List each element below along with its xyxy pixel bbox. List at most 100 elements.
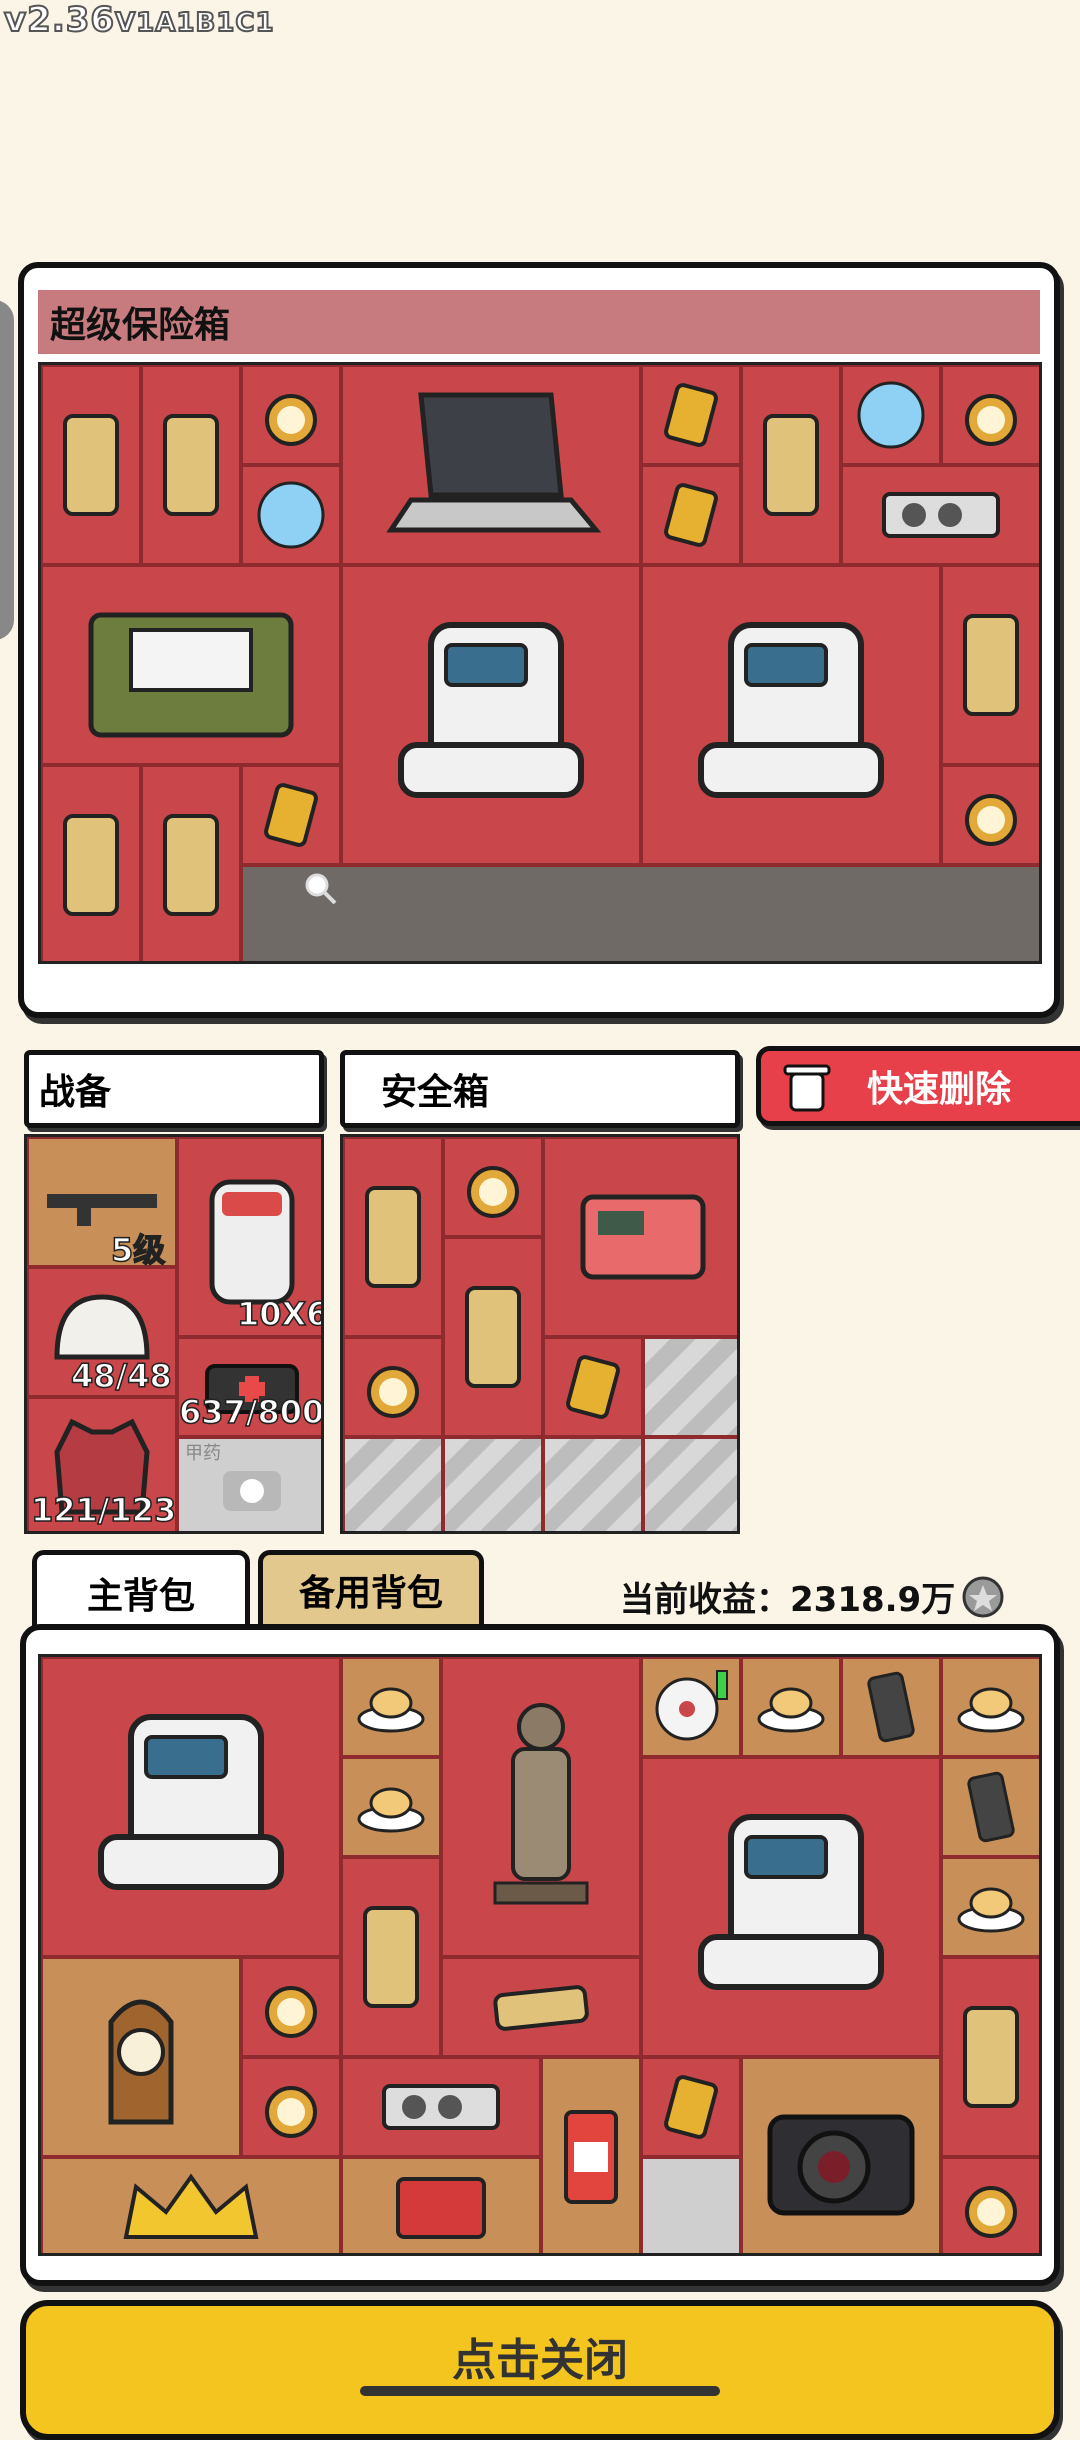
tab-backup-backpack[interactable]: 备用背包	[258, 1550, 484, 1630]
safe-box-title: 超级保险箱	[38, 290, 1040, 354]
gold-bar-icon	[963, 614, 1019, 716]
secure-box-title: 安全箱	[340, 1050, 740, 1128]
gold-bar-item[interactable]	[941, 565, 1039, 765]
close-button-label: 点击关闭	[452, 2335, 628, 2386]
gold-card-icon	[664, 483, 718, 547]
terminal-item[interactable]	[641, 1757, 941, 2057]
terracotta-statue-item[interactable]	[441, 1657, 641, 1957]
gold-card-item[interactable]	[543, 1337, 643, 1437]
pocket-watch-icon	[367, 1366, 419, 1418]
gold-bar-item[interactable]	[443, 1237, 543, 1437]
graphics-card-icon	[882, 492, 1000, 538]
pocket-watch-item[interactable]	[941, 765, 1039, 865]
wrench-lock-icon	[223, 1471, 281, 1511]
coffee-icon	[357, 1787, 425, 1833]
coffee-item[interactable]	[741, 1657, 841, 1757]
gold-bar-icon	[365, 1186, 421, 1288]
pocket-watch-icon	[965, 2186, 1017, 2238]
tab-main-backpack[interactable]: 主背包	[32, 1550, 250, 1630]
coffee-item[interactable]	[941, 1657, 1039, 1757]
side-drawer-handle[interactable]	[0, 300, 14, 640]
gold-card-item[interactable]	[641, 2057, 741, 2157]
coffee-icon	[957, 1887, 1025, 1933]
camera-item[interactable]	[741, 2057, 941, 2253]
coffee-item[interactable]	[341, 1757, 441, 1857]
diamond-item[interactable]	[841, 365, 941, 465]
laptop-icon	[386, 392, 601, 533]
home-indicator[interactable]	[360, 2386, 720, 2396]
gold-bar-icon	[465, 1286, 521, 1388]
diamond-item[interactable]	[241, 465, 341, 565]
diamond-icon	[857, 381, 925, 449]
diamond-icon	[257, 481, 325, 549]
gift-box-item[interactable]	[341, 2157, 541, 2253]
unsearched-area[interactable]	[241, 865, 1039, 961]
gold-bar-item[interactable]	[141, 765, 241, 961]
gold-card-item[interactable]	[241, 765, 341, 865]
cd-icon	[655, 1670, 728, 1741]
gold-card-item[interactable]	[641, 465, 741, 565]
gold-ingot-icon	[493, 1985, 589, 2031]
gold-bar-item[interactable]	[141, 365, 241, 565]
version-label: v2.36V1A1B1C1	[3, 0, 275, 41]
clock-item[interactable]	[41, 1957, 241, 2157]
pocket-watch-item[interactable]	[941, 365, 1039, 465]
pocket-watch-item[interactable]	[241, 365, 341, 465]
pocket-watch-icon	[265, 1986, 317, 2038]
gold-bar-icon	[163, 414, 219, 516]
medkit-durability: 637/800	[178, 1392, 324, 1432]
machine-item[interactable]	[543, 1137, 737, 1337]
equipment-grid: 5级 10X6 48/48 637/800 121/123 甲药	[24, 1134, 324, 1534]
locked-slot	[543, 1437, 643, 1531]
pocket-watch-icon	[965, 394, 1017, 446]
gold-bar-item[interactable]	[341, 1857, 441, 2057]
pocket-watch-item[interactable]	[241, 2057, 341, 2157]
phone-item[interactable]	[841, 1657, 941, 1757]
case-item[interactable]	[41, 565, 341, 765]
pocket-watch-item[interactable]	[941, 2157, 1039, 2253]
helmet-durability: 48/48	[70, 1356, 172, 1396]
crown-item[interactable]	[41, 2157, 341, 2253]
magnifier-icon	[305, 873, 337, 905]
camera-icon	[767, 2114, 915, 2216]
graphics-card-item[interactable]	[341, 2057, 541, 2157]
gold-bar-icon	[363, 1906, 419, 2008]
pocket-watch-item[interactable]	[241, 1957, 341, 2057]
graphics-card-icon	[382, 2084, 500, 2130]
close-button[interactable]: 点击关闭	[20, 2300, 1060, 2440]
terminal-item[interactable]	[641, 565, 941, 865]
armor-durability: 121/123	[30, 1490, 177, 1530]
gold-bar-icon	[763, 414, 819, 516]
quick-delete-button[interactable]: 快速删除	[756, 1046, 1080, 1126]
empty-slot[interactable]	[641, 2157, 741, 2253]
case-icon	[88, 612, 294, 738]
coffee-item[interactable]	[941, 1857, 1039, 1957]
graphics-card-item[interactable]	[841, 465, 1039, 565]
pocket-watch-item[interactable]	[443, 1137, 543, 1237]
earnings-label: 当前收益：	[620, 1580, 790, 1620]
statue-icon	[493, 1703, 589, 1905]
coffee-item[interactable]	[341, 1657, 441, 1757]
terminal-item[interactable]	[341, 565, 641, 865]
coffee-box-item[interactable]	[541, 2057, 641, 2253]
gold-card-item[interactable]	[641, 365, 741, 465]
main-backpack-grid	[38, 1654, 1042, 2256]
crown-icon	[123, 2173, 259, 2239]
gold-bar-item[interactable]	[343, 1137, 443, 1337]
phone-item[interactable]	[941, 1757, 1039, 1857]
machine-icon	[580, 1194, 706, 1280]
gold-bar-item[interactable]	[941, 1957, 1039, 2157]
laptop-item[interactable]	[341, 365, 641, 565]
backpack-size: 10X6	[236, 1294, 324, 1334]
cd-item[interactable]	[641, 1657, 741, 1757]
secure-box-grid	[340, 1134, 740, 1534]
earnings-value: 2318.9万	[790, 1580, 956, 1620]
gold-bar-item[interactable]	[741, 365, 841, 565]
gold-card-icon	[566, 1355, 620, 1419]
gold-ingot-item[interactable]	[441, 1957, 641, 2057]
gold-bar-icon	[963, 2006, 1019, 2108]
gold-bar-item[interactable]	[41, 765, 141, 961]
pocket-watch-item[interactable]	[343, 1337, 443, 1437]
terminal-item[interactable]	[41, 1657, 341, 1957]
gold-bar-item[interactable]	[41, 365, 141, 565]
